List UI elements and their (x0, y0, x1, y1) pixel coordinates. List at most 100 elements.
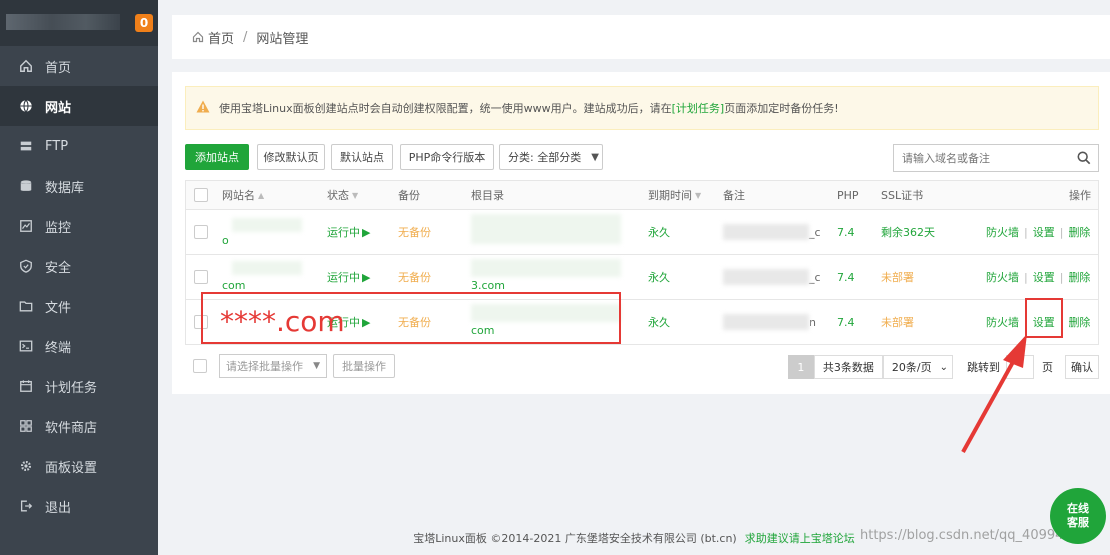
sidebar-item-files[interactable]: 文件 (0, 286, 158, 326)
php-version[interactable]: 7.4 (837, 210, 855, 254)
terminal-icon (18, 338, 34, 354)
sidebar-header: 0 (0, 0, 158, 46)
notification-badge[interactable]: 0 (135, 14, 153, 32)
blurred-remark (723, 314, 809, 330)
remark-cell[interactable]: _c (723, 255, 823, 299)
sort-icon: ▼ (352, 190, 359, 200)
confirm-button[interactable]: 确认 (1065, 355, 1099, 379)
caret-down-icon: ▼ (313, 361, 320, 371)
sidebar-item-terminal[interactable]: 终端 (0, 326, 158, 366)
play-icon: ▶ (362, 225, 371, 239)
php-version[interactable]: 7.4 (837, 300, 855, 344)
sidebar-item-home[interactable]: 首页 (0, 46, 158, 86)
annotation-domain-text: ****.com (220, 305, 345, 338)
col-actions: 操作 (1069, 189, 1091, 202)
footer-checkbox[interactable] (193, 359, 207, 373)
sidebar-item-label: 网站 (45, 100, 72, 116)
sidebar-item-security[interactable]: 安全 (0, 246, 158, 286)
blurred-site-name (232, 218, 302, 232)
site-name-cell[interactable]: o (222, 210, 302, 254)
search-input[interactable] (894, 145, 1070, 171)
col-root: 根目录 (471, 189, 504, 202)
root-dir-cell[interactable] (471, 210, 631, 254)
forum-link[interactable]: 求助建议请上宝塔论坛 (745, 532, 855, 545)
expire-value[interactable]: 永久 (648, 255, 670, 299)
remark-cell[interactable]: _c (723, 210, 823, 254)
ssl-status[interactable]: 剩余362天 (881, 210, 935, 254)
page-size-select[interactable]: 20条/页 ⌄ (882, 355, 953, 379)
blurred-root-dir (471, 214, 621, 244)
sidebar-item-database[interactable]: 数据库 (0, 166, 158, 206)
edit-default-page-button[interactable]: 修改默认页 (257, 144, 325, 170)
table-row: o 运行中 ▶ 无备份 永久 _c 7.4 剩余362天 防火墙 | 设置 | 删除 (186, 209, 1098, 254)
status-running[interactable]: 运行中 ▶ (327, 210, 370, 254)
monitor-icon (18, 218, 34, 234)
firewall-link[interactable]: 防火墙 (986, 224, 1019, 240)
batch-action-select[interactable]: 请选择批量操作 ▼ (219, 354, 327, 378)
sidebar-menu: 首页 网站 FTP 数据库 监控 安全 文件 终端 计划任务 软件商店 面板设置… (0, 46, 158, 526)
sidebar-item-settings[interactable]: 面板设置 (0, 446, 158, 486)
blurred-remark (723, 269, 809, 285)
breadcrumb-home-link[interactable]: 首页 (208, 28, 234, 47)
ssl-status[interactable]: 未部署 (881, 300, 914, 344)
remark-cell[interactable]: n (723, 300, 823, 344)
sidebar-item-label: FTP (45, 138, 69, 154)
sidebar-item-label: 退出 (45, 500, 72, 516)
cron-task-link[interactable]: [计划任务] (672, 100, 725, 116)
database-icon (18, 178, 34, 194)
sidebar-item-label: 数据库 (45, 180, 85, 196)
col-name[interactable]: 网站名 ▲ (222, 181, 264, 209)
col-ssl: SSL证书 (881, 189, 924, 202)
logout-icon (18, 498, 34, 514)
col-expire[interactable]: 到期时间 ▼ (648, 181, 701, 209)
ssl-status[interactable]: 未部署 (881, 255, 914, 299)
root-dir: 3.com (471, 279, 505, 292)
select-all-checkbox[interactable] (194, 181, 208, 209)
chevron-down-icon: ⌄ (939, 361, 948, 373)
user-name-blurred (6, 14, 120, 30)
online-service-button[interactable]: 在线 客服 (1050, 488, 1106, 544)
row-checkbox[interactable] (194, 210, 208, 254)
total-count: 共3条数据 (813, 355, 883, 379)
sort-icon: ▲ (258, 190, 265, 200)
settings-link[interactable]: 设置 (1033, 224, 1055, 240)
blurred-site-name (232, 261, 302, 275)
expire-value[interactable]: 永久 (648, 300, 670, 344)
sidebar-item-label: 计划任务 (45, 380, 98, 396)
firewall-link[interactable]: 防火墙 (986, 269, 1019, 285)
php-cli-version-button[interactable]: PHP命令行版本 (400, 144, 494, 170)
warning-icon (196, 100, 210, 116)
search-box (893, 144, 1099, 172)
sidebar-item-logout[interactable]: 退出 (0, 486, 158, 526)
delete-link[interactable]: 删除 (1068, 314, 1090, 330)
breadcrumb-separator: / (243, 29, 248, 45)
sidebar-item-store[interactable]: 软件商店 (0, 406, 158, 446)
sidebar-item-cron[interactable]: 计划任务 (0, 366, 158, 406)
firewall-link[interactable]: 防火墙 (986, 314, 1019, 330)
sidebar-item-ftp[interactable]: FTP (0, 126, 158, 166)
delete-link[interactable]: 删除 (1068, 269, 1090, 285)
page-1-button[interactable]: 1 (787, 355, 814, 379)
toolbar: 添加站点 修改默认页 默认站点 PHP命令行版本 分类: 全部分类 ▼ (185, 144, 1099, 172)
copyright-text: 宝塔Linux面板 ©2014-2021 广东堡塔安全技术有限公司 (bt.cn… (413, 532, 737, 545)
col-status[interactable]: 状态 ▼ (327, 181, 358, 209)
settings-link[interactable]: 设置 (1033, 269, 1055, 285)
search-icon[interactable] (1070, 151, 1098, 165)
add-site-button[interactable]: 添加站点 (185, 144, 249, 170)
category-select[interactable]: 分类: 全部分类 ▼ (499, 144, 603, 170)
expire-value[interactable]: 永久 (648, 210, 670, 254)
annotation-arrow (961, 334, 1027, 453)
sidebar-item-website[interactable]: 网站 (0, 86, 158, 126)
sidebar-item-monitor[interactable]: 监控 (0, 206, 158, 246)
batch-action-button[interactable]: 批量操作 (333, 354, 395, 378)
default-site-button[interactable]: 默认站点 (331, 144, 393, 170)
backup-status[interactable]: 无备份 (398, 210, 431, 254)
notice-alert: 使用宝塔Linux面板创建站点时会自动创建权限配置，统一使用www用户。建站成功… (185, 86, 1099, 130)
delete-link[interactable]: 删除 (1068, 224, 1090, 240)
globe-icon (18, 98, 34, 114)
breadcrumb: 首页 / 网站管理 (172, 15, 1110, 59)
sidebar-item-label: 安全 (45, 260, 72, 276)
breadcrumb-current: 网站管理 (256, 31, 309, 47)
php-version[interactable]: 7.4 (837, 255, 855, 299)
site-name: com (222, 279, 246, 292)
